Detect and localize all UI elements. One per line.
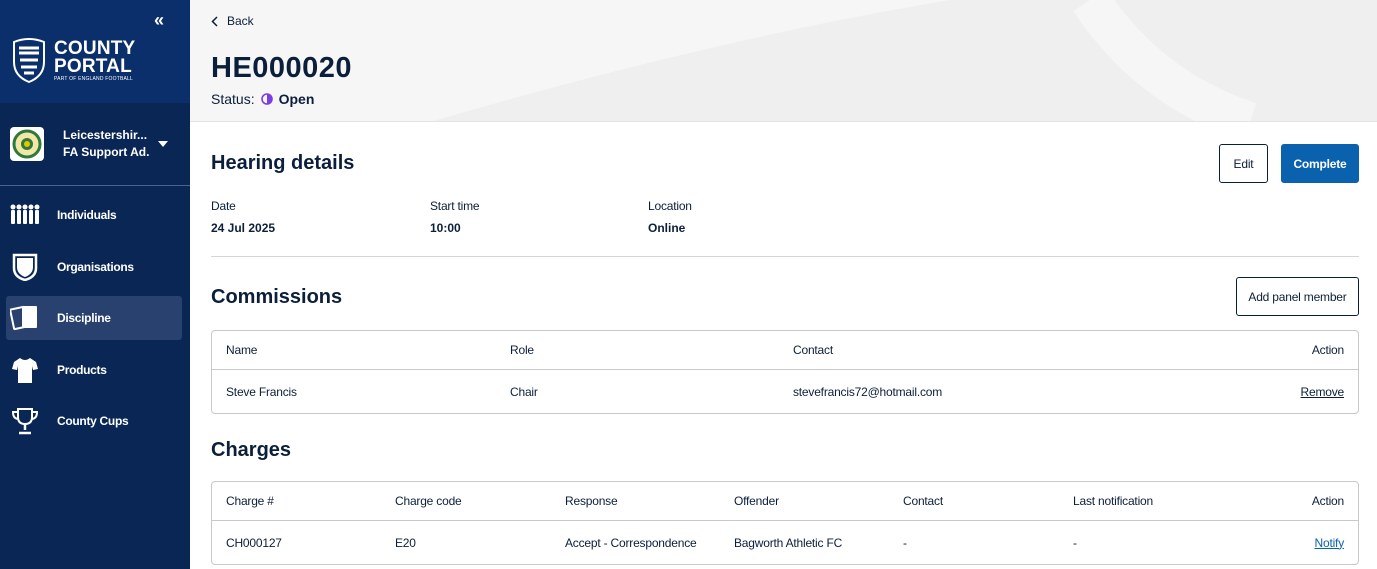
hearing-location: Location Online [648,199,692,235]
location-label: Location [648,199,692,213]
column-header: Role [510,343,534,357]
logo-line1: COUNTY [54,37,136,59]
section-divider [211,256,1359,257]
status-label: Status: [211,91,255,107]
remove-link[interactable]: Remove [1301,370,1345,413]
account-role: FA Support Ad... [63,145,149,159]
status-badge: Open [278,91,315,107]
charge-contact: - [903,535,907,550]
back-label: Back [227,14,254,28]
add-panel-member-button[interactable]: Add panel member [1236,277,1359,316]
commission-contact: stevefrancis72@hotmail.com [793,384,943,399]
hearing-details-title: Hearing details [211,152,355,174]
edit-button[interactable]: Edit [1219,144,1268,183]
sidebar-item-label: Discipline [57,311,111,325]
location-value: Online [648,221,686,235]
sidebar-item-county-cups[interactable]: County Cups [6,399,182,443]
start-time-value: 10:00 [430,221,461,235]
sidebar: « COUNTY PORTAL PART OF ENGLAND FOOTBALL… [0,0,190,569]
column-header: Offender [734,494,779,508]
collapse-sidebar-button[interactable]: « [154,10,164,31]
start-time-label: Start time [430,199,480,213]
chevron-down-icon [158,141,168,147]
column-header: Contact [793,343,833,357]
logo-line2: PORTAL [54,55,132,77]
account-switcher[interactable]: Leicestershir... FA Support Ad... [0,103,190,186]
club-crest-icon [10,127,44,161]
charge-number: CH000127 [226,535,282,550]
charge-last-notification: - [1073,535,1077,550]
status-line: Status: Open [211,91,314,107]
table-row: Steve Francis Chair stevefrancis72@hotma… [212,370,1358,413]
charge-response: Accept - Correspondence [565,535,697,550]
commission-role: Chair [510,384,538,399]
charge-offender: Bagworth Athletic FC [734,535,843,550]
column-header: Last notification [1073,494,1153,508]
shield-icon [10,253,40,281]
sidebar-item-discipline[interactable]: Discipline [6,296,182,340]
sidebar-item-organisations[interactable]: Organisations [6,245,182,289]
charges-title: Charges [211,439,292,461]
column-header: Charge code [395,494,462,508]
table-header-row: Name Role Contact Action [212,331,1358,370]
logo-tagline: PART OF ENGLAND FOOTBALL [54,75,133,82]
complete-button[interactable]: Complete [1281,144,1359,183]
date-label: Date [211,199,236,213]
column-header: Contact [903,494,943,508]
sidebar-item-label: Products [57,362,107,377]
charge-code: E20 [395,535,416,550]
half-circle-status-icon [260,93,273,105]
sidebar-nav: Individuals Organisations Discipline Pro… [0,193,190,451]
trophy-icon [10,407,40,435]
commission-name: Steve Francis [226,384,297,399]
charges-table: Charge # Charge code Response Offender C… [211,481,1359,565]
chevron-left-icon [211,15,218,27]
shirt-icon [10,356,40,384]
date-value: 24 Jul 2025 [211,221,276,235]
page-header: Back HE000020 Status: Open [190,0,1377,122]
table-header-row: Charge # Charge code Response Offender C… [212,482,1358,521]
hearing-start-time: Start time 10:00 [430,199,480,235]
header-decoration [433,0,1377,121]
people-group-icon [10,201,40,229]
sidebar-item-label: County Cups [57,414,129,428]
table-row: CH000127 E20 Accept - Correspondence Bag… [212,521,1358,564]
hearing-date: Date 24 Jul 2025 [211,199,275,235]
notify-link[interactable]: Notify [1315,521,1345,564]
column-header: Charge # [226,494,274,508]
page-title: HE000020 [211,52,353,84]
sidebar-item-label: Organisations [57,259,134,274]
account-org: Leicestershir... [63,128,148,142]
column-header: Action [1311,494,1344,508]
sidebar-item-label: Individuals [57,208,117,222]
lions-crest-icon [13,38,45,84]
column-header: Response [565,494,618,508]
sidebar-header: « COUNTY PORTAL PART OF ENGLAND FOOTBALL [0,0,190,103]
column-header: Action [1311,343,1344,357]
county-portal-logo[interactable]: COUNTY PORTAL PART OF ENGLAND FOOTBALL [10,38,135,84]
column-header: Name [226,343,258,357]
sidebar-item-products[interactable]: Products [6,348,182,392]
sidebar-item-individuals[interactable]: Individuals [6,193,182,237]
back-link[interactable]: Back [211,14,254,28]
cards-icon [10,304,40,332]
commissions-table: Name Role Contact Action Steve Francis C… [211,330,1359,414]
commissions-title: Commissions [211,286,343,308]
